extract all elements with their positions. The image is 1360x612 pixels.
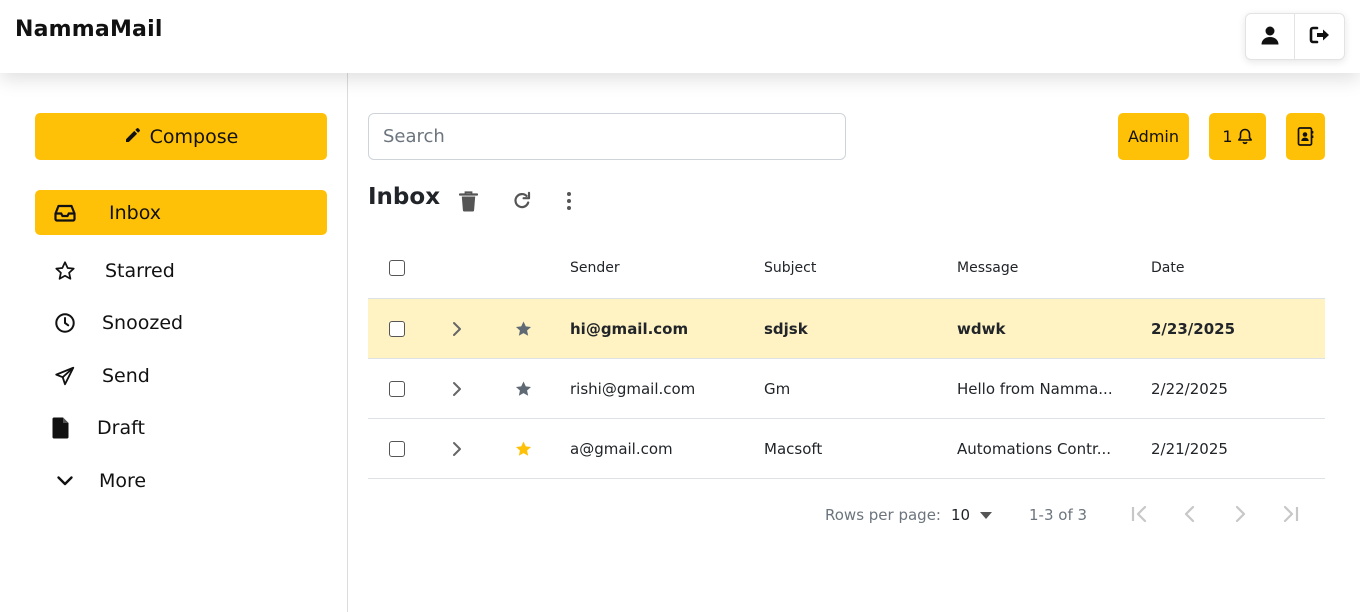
compose-label: Compose (149, 125, 239, 148)
previous-page-button[interactable] (1179, 503, 1201, 525)
trash-icon (458, 190, 478, 212)
chevron-right-icon (1233, 505, 1247, 523)
clock-icon (53, 311, 77, 335)
logout-button[interactable] (1295, 14, 1344, 59)
star-icon[interactable] (514, 379, 533, 398)
paper-plane-icon (53, 364, 77, 388)
inbox-tray-icon (53, 201, 77, 225)
row-subject: Macsoft (764, 439, 823, 458)
column-header-sender[interactable]: Sender (570, 260, 620, 276)
sidebar-item-draft[interactable]: Draft (35, 405, 327, 450)
search-input[interactable] (368, 113, 846, 160)
last-page-button[interactable] (1279, 503, 1301, 525)
chevron-left-icon (1183, 505, 1197, 523)
app-title: NammaMail (15, 17, 163, 42)
row-checkbox[interactable] (389, 380, 405, 397)
inbox-table: Sender Subject Message Date hi@gmail.com… (368, 237, 1325, 479)
sidebar: Compose Inbox Starred Snoozed Send Draft (0, 73, 348, 612)
chevron-down-icon (53, 469, 77, 493)
last-page-icon (1280, 505, 1300, 523)
person-icon (1260, 25, 1280, 49)
next-page-button[interactable] (1229, 503, 1251, 525)
row-sender: hi@gmail.com (570, 319, 689, 338)
row-subject: sdjsk (764, 319, 808, 338)
first-page-button[interactable] (1129, 503, 1151, 525)
sidebar-item-inbox[interactable]: Inbox (35, 190, 327, 235)
kebab-menu-icon (566, 191, 572, 211)
rows-per-page-select[interactable]: 10 (951, 506, 993, 524)
row-message: wdwk (957, 319, 1006, 338)
sidebar-item-snoozed[interactable]: Snoozed (35, 300, 327, 345)
sidebar-item-send[interactable]: Send (35, 353, 327, 398)
rows-per-page-value: 10 (951, 506, 971, 524)
notifications-button[interactable]: 1 (1209, 113, 1266, 160)
sidebar-item-starred[interactable]: Starred (35, 248, 327, 293)
row-message: Hello from Namma... (957, 379, 1113, 398)
user-actions-group (1245, 13, 1345, 60)
contact-book-icon (1297, 127, 1315, 146)
bell-icon (1237, 128, 1253, 145)
top-navbar: NammaMail (0, 0, 1360, 73)
refresh-button[interactable] (510, 189, 534, 213)
row-date: 2/21/2025 (1151, 439, 1228, 458)
row-subject: Gm (764, 379, 791, 398)
column-header-subject[interactable]: Subject (764, 260, 816, 276)
sidebar-item-label: Snoozed (102, 311, 184, 334)
row-message: Automations Contr... (957, 439, 1112, 458)
rows-per-page-label: Rows per page: (825, 506, 941, 524)
first-page-icon (1130, 505, 1150, 523)
column-header-date[interactable]: Date (1151, 260, 1184, 276)
star-outline-icon (53, 259, 77, 283)
sidebar-item-label: Inbox (109, 201, 161, 224)
sidebar-item-label: More (99, 469, 147, 492)
chevron-right-icon[interactable] (451, 441, 463, 457)
table-header: Sender Subject Message Date (368, 237, 1325, 299)
table-row[interactable]: hi@gmail.com sdjsk wdwk 2/23/2025 (368, 299, 1325, 359)
page-title: Inbox (368, 184, 441, 210)
more-options-button[interactable] (557, 189, 581, 213)
pencil-icon (124, 126, 142, 148)
caret-down-icon (980, 511, 993, 519)
sidebar-item-label: Starred (105, 259, 175, 282)
star-icon[interactable] (514, 439, 533, 458)
chevron-right-icon[interactable] (451, 381, 463, 397)
row-checkbox[interactable] (389, 440, 405, 457)
profile-button[interactable] (1246, 14, 1295, 59)
notification-count: 1 (1222, 127, 1233, 146)
row-date: 2/23/2025 (1151, 319, 1236, 338)
sidebar-item-more[interactable]: More (35, 458, 327, 503)
table-row[interactable]: a@gmail.com Macsoft Automations Contr...… (368, 419, 1325, 479)
column-header-message[interactable]: Message (957, 260, 1018, 276)
delete-button[interactable] (456, 189, 480, 213)
admin-button[interactable]: Admin (1118, 113, 1189, 160)
logout-icon (1309, 25, 1331, 49)
contacts-button[interactable] (1286, 113, 1325, 160)
row-sender: rishi@gmail.com (570, 379, 696, 398)
refresh-icon (512, 191, 532, 211)
row-date: 2/22/2025 (1151, 379, 1228, 398)
sidebar-item-label: Draft (97, 416, 145, 439)
file-icon (49, 416, 73, 440)
select-all-checkbox[interactable] (389, 259, 405, 276)
row-checkbox[interactable] (389, 320, 405, 337)
table-row[interactable]: rishi@gmail.com Gm Hello from Namma... 2… (368, 359, 1325, 419)
chevron-right-icon[interactable] (451, 321, 463, 337)
row-sender: a@gmail.com (570, 439, 673, 458)
pagination-range: 1-3 of 3 (1029, 506, 1088, 524)
star-icon[interactable] (514, 319, 533, 338)
sidebar-item-label: Send (102, 364, 150, 387)
compose-button[interactable]: Compose (35, 113, 327, 160)
admin-label: Admin (1128, 127, 1179, 146)
